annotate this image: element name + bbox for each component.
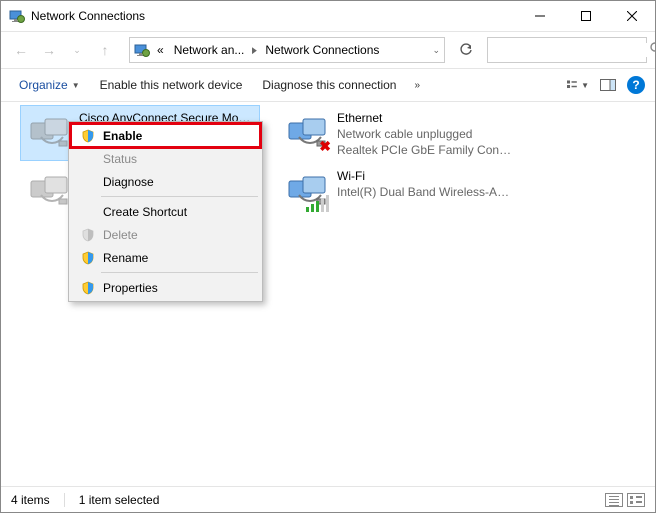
adapter-name: Wi-Fi xyxy=(337,168,513,184)
back-button[interactable]: ← xyxy=(9,38,33,62)
chevron-right-icon[interactable]: ▶ xyxy=(252,45,257,56)
network-adapter-icon xyxy=(25,168,73,214)
control-panel-icon xyxy=(134,42,150,58)
tiles-view-button[interactable] xyxy=(627,493,645,507)
menu-item-label: Enable xyxy=(99,129,260,143)
recent-locations-button[interactable]: ⌄ xyxy=(65,38,89,62)
close-button[interactable] xyxy=(609,1,655,32)
enable-device-label: Enable this network device xyxy=(100,78,243,92)
adapter-item[interactable]: Wi-FiIntel(R) Dual Band Wireless-AC 31..… xyxy=(279,164,517,218)
view-options-button[interactable]: ▼ xyxy=(567,74,589,96)
maximize-button[interactable] xyxy=(563,1,609,32)
app-icon xyxy=(9,8,25,24)
uac-shield-icon xyxy=(77,251,99,265)
breadcrumb[interactable]: « Network an... ▶ Network Connections ⌄ xyxy=(129,37,445,63)
uac-shield-icon xyxy=(77,129,99,143)
uac-shield-icon xyxy=(77,281,99,295)
minimize-button[interactable] xyxy=(517,1,563,32)
status-selection: 1 item selected xyxy=(79,493,160,507)
uac-shield-icon xyxy=(77,228,99,242)
adapter-name: Ethernet xyxy=(337,110,513,126)
menu-item-label: Delete xyxy=(99,228,260,242)
overflow-button[interactable]: » xyxy=(408,80,426,91)
command-bar: Organize ▼ Enable this network device Di… xyxy=(1,68,655,102)
diagnose-label: Diagnose this connection xyxy=(262,78,396,92)
context-menu-item-status: Status xyxy=(71,147,260,170)
breadcrumb-seg-0[interactable]: Network an... xyxy=(171,43,248,57)
menu-separator xyxy=(101,196,258,197)
network-adapter-icon: ✖ xyxy=(283,110,331,156)
context-menu-item-enable[interactable]: Enable xyxy=(71,124,260,147)
context-menu-item-create-shortcut[interactable]: Create Shortcut xyxy=(71,200,260,223)
adapter-device: Realtek PCIe GbE Family Controller xyxy=(337,142,513,158)
context-menu-item-diagnose[interactable]: Diagnose xyxy=(71,170,260,193)
search-icon[interactable] xyxy=(649,41,656,60)
diagnose-command[interactable]: Diagnose this connection xyxy=(254,74,404,96)
menu-item-label: Create Shortcut xyxy=(99,205,260,219)
context-menu: Enable Status Diagnose Create Shortcut Delet… xyxy=(68,121,263,302)
menu-item-label: Diagnose xyxy=(99,175,260,189)
context-menu-item-properties[interactable]: Properties xyxy=(71,276,260,299)
unplugged-badge-icon: ✖ xyxy=(319,137,331,156)
breadcrumb-seg-1[interactable]: Network Connections xyxy=(262,43,382,57)
content-area: Cisco AnyConnect Secure Mobility✖Etherne… xyxy=(1,102,655,485)
status-item-count: 4 items xyxy=(11,493,50,507)
network-adapter-icon xyxy=(25,110,73,156)
nav-bar: ← → ⌄ ↑ « Network an... ▶ Network Connec… xyxy=(1,32,655,68)
dropdown-arrow-icon: ▼ xyxy=(72,81,80,90)
help-button[interactable]: ? xyxy=(627,76,645,94)
breadcrumb-dropdown[interactable]: ⌄ xyxy=(432,45,440,56)
menu-item-label: Properties xyxy=(99,281,260,295)
refresh-button[interactable] xyxy=(453,37,479,63)
adapter-device: Intel(R) Dual Band Wireless-AC 31... xyxy=(337,184,513,200)
menu-separator xyxy=(101,272,258,273)
wifi-signal-icon xyxy=(306,194,329,212)
menu-item-label: Status xyxy=(99,152,260,166)
details-view-button[interactable] xyxy=(605,493,623,507)
network-adapter-icon xyxy=(283,168,331,214)
title-bar: Network Connections xyxy=(1,1,655,32)
preview-pane-button[interactable] xyxy=(597,74,619,96)
organize-menu[interactable]: Organize ▼ xyxy=(11,74,88,96)
adapter-status: Network cable unplugged xyxy=(337,126,513,142)
status-bar: 4 items 1 item selected xyxy=(1,486,655,512)
search-box[interactable] xyxy=(487,37,647,63)
context-menu-item-delete: Delete xyxy=(71,223,260,246)
organize-label: Organize xyxy=(19,78,68,92)
status-separator xyxy=(64,493,65,507)
menu-item-label: Rename xyxy=(99,251,260,265)
adapter-item[interactable]: ✖ EthernetNetwork cable unpluggedRealtek … xyxy=(279,106,517,163)
up-button[interactable]: ↑ xyxy=(93,38,117,62)
breadcrumb-root-sep[interactable]: « xyxy=(154,43,167,57)
enable-device-command[interactable]: Enable this network device xyxy=(92,74,251,96)
context-menu-item-rename[interactable]: Rename xyxy=(71,246,260,269)
search-input[interactable] xyxy=(488,43,649,57)
window-title: Network Connections xyxy=(31,9,517,23)
forward-button[interactable]: → xyxy=(37,38,61,62)
